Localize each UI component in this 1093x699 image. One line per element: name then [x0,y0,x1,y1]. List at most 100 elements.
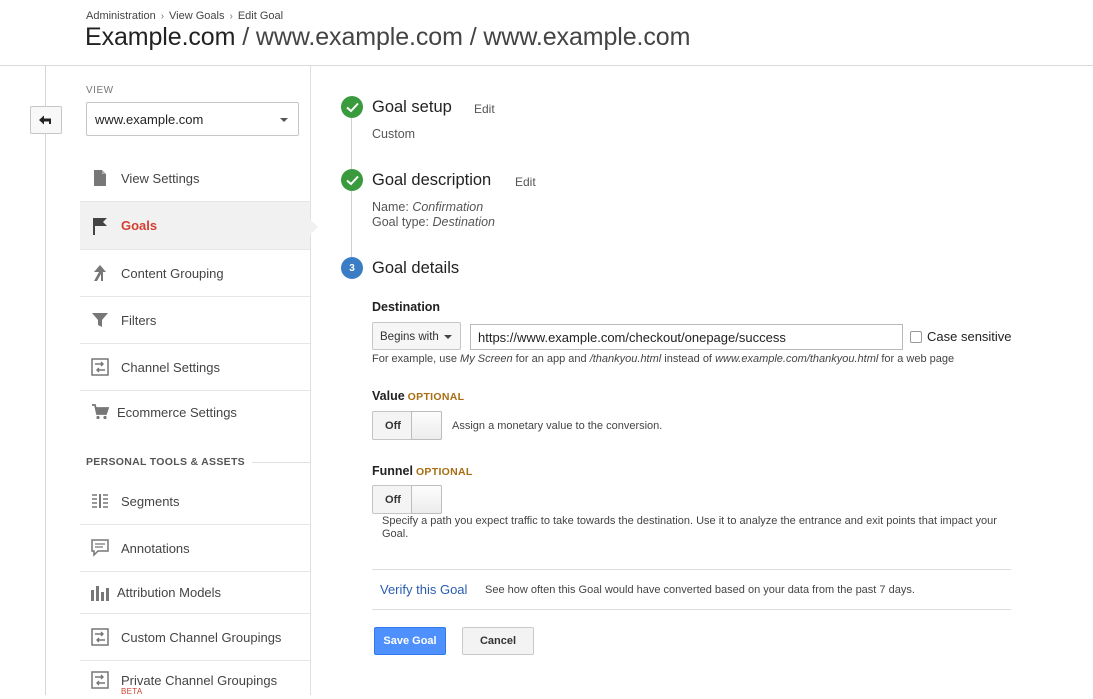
sidebar-item-segments[interactable]: Segments [80,478,310,524]
channel-grouping-icon [88,627,112,647]
goal-name: Name: Confirmation [372,200,483,214]
toggle-knob [411,411,442,440]
step-complete-icon [341,96,363,118]
step-timeline [351,117,352,267]
sidebar-item-content-grouping[interactable]: Content Grouping [80,250,310,296]
annotation-icon [88,538,112,558]
sidebar-item-view-settings[interactable]: View Settings [80,155,310,201]
hint-url-example: www.example.com/thankyou.html [715,353,879,365]
goal-type-label: Goal type: [372,215,429,229]
section-title-personal-tools: PERSONAL TOOLS & ASSETS [86,456,245,468]
sidebar-item-goals[interactable]: Goals [80,202,318,249]
view-select-value: www.example.com [95,112,204,127]
hint-path-example: /thankyou.html [589,353,662,365]
sidebar-item-label: Private Channel Groupings [121,672,278,688]
goal-setup-title: Goal setup [372,98,452,116]
sidebar-item-ecommerce-settings[interactable]: Ecommerce Settings [80,391,310,433]
destination-url-input[interactable] [470,324,903,350]
hint-text: For example, use [372,353,461,365]
hint-text: instead of [661,353,716,365]
sidebar-item-label: Content Grouping [121,265,224,281]
sidebar-item-attribution-models[interactable]: Attribution Models [80,572,310,613]
sidebar-item-channel-settings[interactable]: Channel Settings [80,344,310,390]
match-type-select[interactable]: Begins with [372,322,461,350]
sidebar-item-annotations[interactable]: Annotations [80,525,310,571]
hint-text: for an app and [512,353,590,365]
hint-app-example: My Screen [460,353,513,365]
breadcrumb-view-goals[interactable]: View Goals [169,10,224,22]
hint-text: for a web page [878,353,955,365]
chevron-down-icon [280,118,288,122]
breadcrumb-edit-goal: Edit Goal [237,10,284,22]
breadcrumb-separator: › [229,10,233,22]
goal-description-title: Goal description [372,171,492,189]
match-type-value: Begins with [380,331,439,343]
back-button[interactable] [30,106,62,134]
value-toggle-state: Off [385,419,401,432]
funnel-description-line: Specify a path you expect traffic to tak… [382,515,997,527]
goal-setup-edit-link[interactable]: Edit [474,102,495,116]
value-optional-tag: OPTIONAL [407,391,465,403]
cart-icon [88,402,112,422]
breadcrumb: Administration › View Goals › Edit Goal [86,10,283,22]
sidebar-item-label: Channel Settings [121,359,221,375]
sidebar-item-custom-channel-groupings[interactable]: Custom Channel Groupings [80,614,310,660]
title-separator: / [242,23,250,51]
sidebar-item-label: View Settings [121,170,200,186]
funnel-toggle-state: Off [385,493,401,506]
funnel-toggle[interactable]: Off [372,485,442,514]
title-separator: / [469,23,477,51]
destination-hint: For example, use My Screen for an app an… [372,353,954,365]
rail-line [45,66,46,695]
sidebar-item-label: Custom Channel Groupings [121,629,282,645]
account-name[interactable]: Example.com [85,23,235,51]
goal-details-title: Goal details [372,259,460,277]
chevron-down-icon [444,335,452,339]
value-label: Value OPTIONAL [372,389,464,403]
value-label-text: Value [372,389,405,403]
property-name[interactable]: www.example.com [256,23,463,51]
sidebar-item-label: Attribution Models [117,585,222,600]
divider [372,609,1011,610]
active-indicator [310,219,318,235]
breadcrumb-administration[interactable]: Administration [86,10,156,22]
value-description: Assign a monetary value to the conversio… [452,420,663,432]
filter-icon [88,310,112,330]
funnel-label: Funnel OPTIONAL [372,464,473,478]
document-icon [88,168,112,188]
sidebar: VIEW www.example.com View Settings Goals… [80,66,318,696]
verify-goal-link[interactable]: Verify this Goal [380,582,467,597]
goal-description-edit-link[interactable]: Edit [515,175,536,189]
save-goal-button[interactable]: Save Goal [374,627,446,655]
value-toggle[interactable]: Off [372,411,442,440]
sidebar-item-label: Filters [121,312,157,328]
sidebar-item-label: Annotations [121,540,190,556]
sidebar-item-label: Segments [121,493,180,509]
goal-setup-value: Custom [372,127,416,141]
funnel-label-text: Funnel [372,464,413,478]
cancel-button[interactable]: Cancel [462,627,534,655]
funnel-optional-tag: OPTIONAL [415,466,473,478]
bar-chart-icon [88,583,112,603]
case-sensitive-checkbox[interactable] [910,331,922,343]
funnel-description-line: Goal. [382,527,409,540]
step-complete-icon [341,169,363,191]
sidebar-item-private-channel-groupings[interactable]: Private Channel Groupings [80,661,310,699]
flag-icon [88,216,112,236]
channel-grouping-icon [88,670,112,690]
divider [372,569,1011,570]
view-select[interactable]: www.example.com [86,102,299,136]
sidebar-item-filters[interactable]: Filters [80,297,310,343]
breadcrumb-separator: › [160,10,165,22]
view-label: VIEW [86,85,114,96]
case-sensitive-label: Case sensitive [927,329,1012,344]
step-number-badge: 3 [341,257,363,279]
view-name[interactable]: www.example.com [483,23,690,51]
page-header: Administration › View Goals › Edit Goal … [0,0,1093,66]
toggle-knob [411,485,442,514]
goal-type-value: Destination [432,215,496,229]
back-arrow-icon [39,115,51,125]
sidebar-item-label: Goals [121,218,158,233]
goal-type: Goal type: Destination [372,215,495,229]
goal-name-label: Name: [372,200,409,214]
